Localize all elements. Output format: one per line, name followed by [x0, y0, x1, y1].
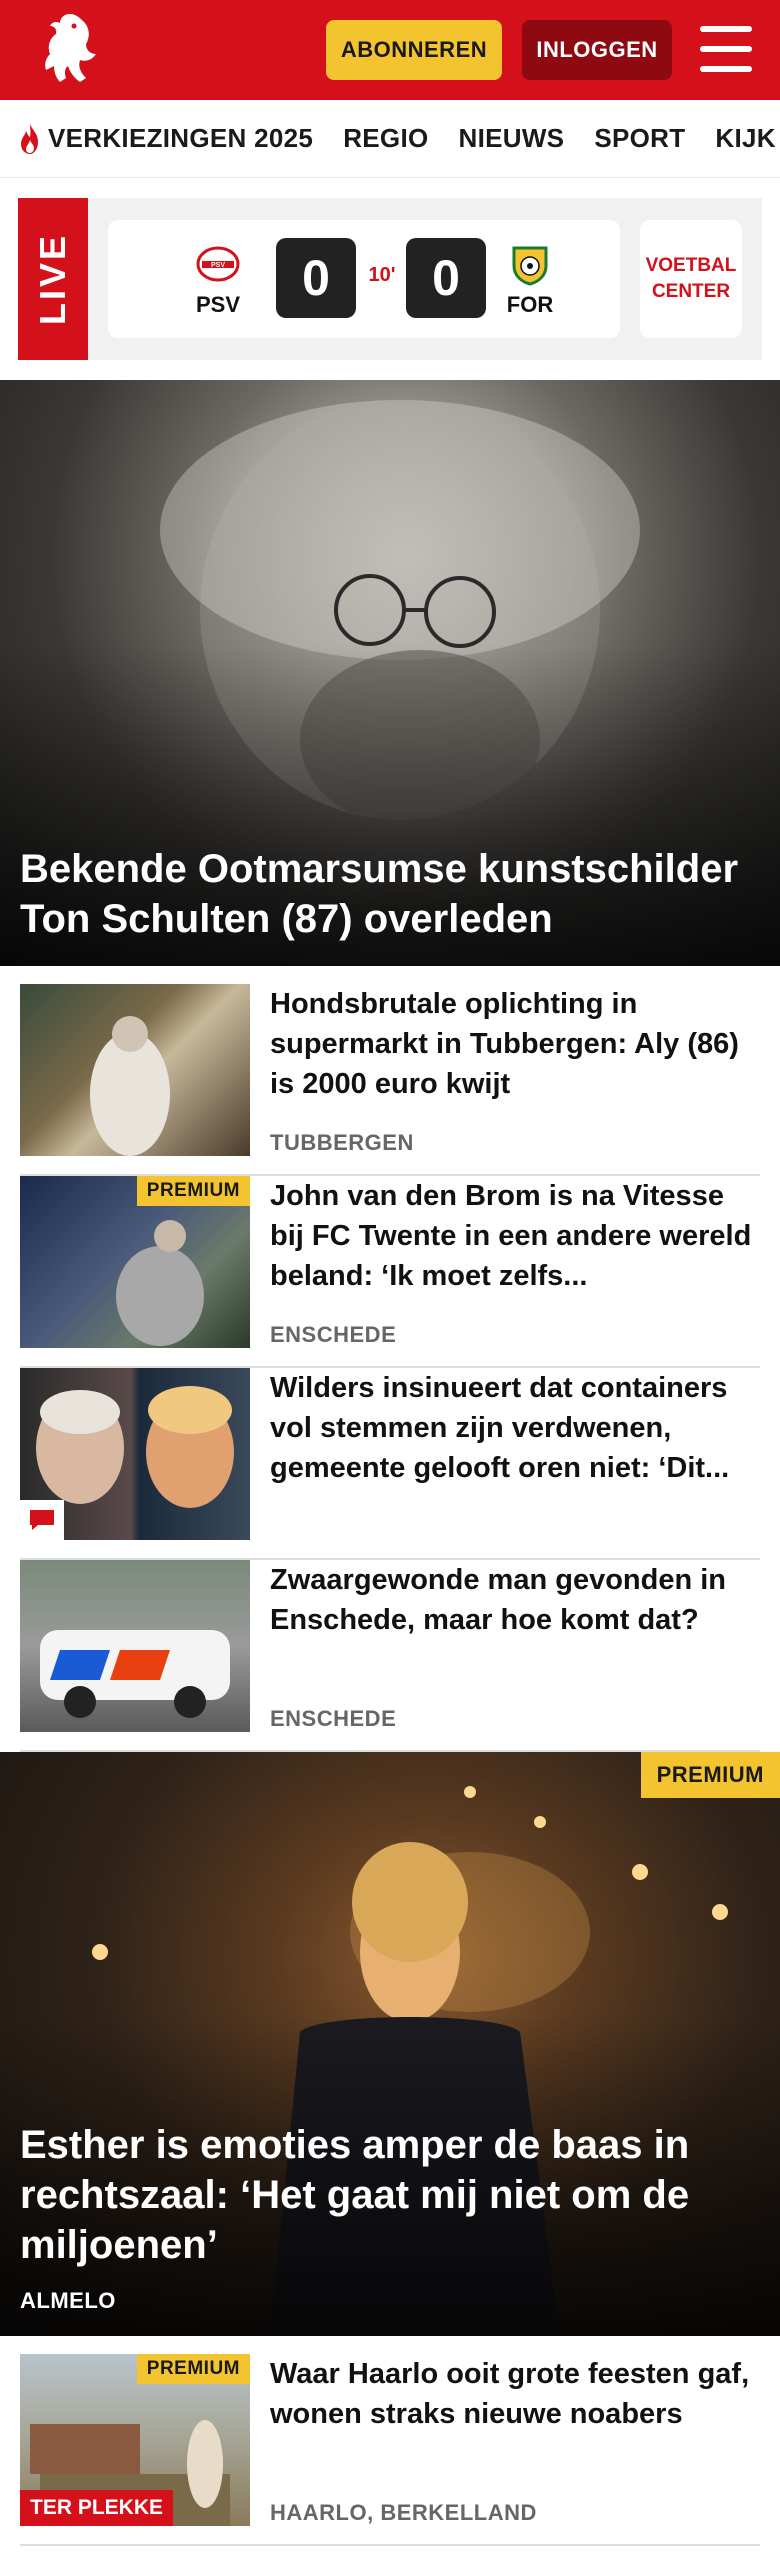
- list-item[interactable]: PREMIUM TER PLEKKE Waar Haarlo ooit grot…: [20, 2354, 760, 2546]
- article-thumbnail: PREMIUM: [20, 1176, 250, 1348]
- hero-title[interactable]: Bekende Ootmarsumse kunstschilder Ton Sc…: [20, 844, 760, 944]
- article-thumbnail: PREMIUM TER PLEKKE: [20, 2354, 250, 2526]
- home-team: PSV PSV: [188, 242, 248, 318]
- away-team-name: FOR: [506, 292, 554, 317]
- menu-icon[interactable]: [700, 26, 752, 72]
- article-title[interactable]: Hondsbrutale oplichting in supermarkt in…: [270, 984, 760, 1104]
- premium-badge: PREMIUM: [136, 1176, 250, 1206]
- article-title[interactable]: Zwaargewonde man gevonden in Enschede, m…: [270, 1560, 760, 1640]
- list-item[interactable]: Zwaargewonde man gevonden in Enschede, m…: [20, 1560, 760, 1752]
- login-button[interactable]: INLOGGEN: [522, 20, 672, 80]
- nav-item-nieuws[interactable]: NIEUWS: [459, 123, 565, 154]
- svg-text:PSV: PSV: [211, 262, 225, 269]
- live-score-widget: LIVE PSV PSV 0 10' 0 FOR VOETBAL CENTER: [18, 198, 762, 360]
- list-item[interactable]: Wilders insinueert dat containers vol st…: [20, 1368, 760, 1560]
- fortuna-crest-icon: [512, 246, 548, 286]
- voetbalcenter-button[interactable]: VOETBAL CENTER: [640, 220, 742, 338]
- article-location: TUBBERGEN: [270, 1130, 414, 1155]
- nav-item-verkiezingen[interactable]: VERKIEZINGEN 2025: [16, 122, 313, 156]
- article-location: ALMELO: [20, 2288, 116, 2313]
- live-tag: LIVE: [18, 198, 88, 360]
- home-team-name: PSV: [195, 292, 241, 317]
- match-minute: 10': [368, 264, 396, 286]
- list-item[interactable]: PREMIUM John van den Brom is na Vitesse …: [20, 1176, 760, 1368]
- comment-icon: [20, 1500, 64, 1540]
- site-header: ABONNEREN INLOGGEN: [0, 0, 780, 100]
- article-thumbnail: [20, 1368, 250, 1540]
- subscribe-button[interactable]: ABONNEREN: [326, 20, 502, 80]
- hero-title[interactable]: Esther is emoties amper de baas in recht…: [20, 2120, 760, 2270]
- article-title[interactable]: Waar Haarlo ooit grote feesten gaf, wone…: [270, 2354, 760, 2434]
- nav-item-kijk[interactable]: KIJK: [715, 123, 775, 154]
- nav-item-regio[interactable]: REGIO: [343, 123, 428, 154]
- premium-badge: PREMIUM: [136, 2354, 250, 2384]
- home-score: 0: [276, 238, 356, 318]
- article-title[interactable]: John van den Brom is na Vitesse bij FC T…: [270, 1176, 760, 1296]
- psv-crest-icon: PSV: [196, 246, 240, 282]
- article-thumbnail: [20, 1560, 250, 1732]
- article-location: ENSCHEDE: [270, 1322, 397, 1347]
- article-location: HAARLO, BERKELLAND: [270, 2500, 537, 2525]
- nav-item-label: VERKIEZINGEN 2025: [48, 123, 314, 153]
- hero-article[interactable]: Bekende Ootmarsumse kunstschilder Ton Sc…: [0, 380, 780, 966]
- tubantia-horse-logo[interactable]: [30, 8, 110, 92]
- article-thumbnail: [20, 984, 250, 1156]
- flame-icon: [21, 123, 38, 154]
- premium-badge: PREMIUM: [640, 1752, 780, 1798]
- main-nav: VERKIEZINGEN 2025 REGIO NIEUWS SPORT KIJ…: [0, 100, 780, 178]
- nav-item-sport[interactable]: SPORT: [594, 123, 685, 154]
- away-team: FOR: [500, 242, 560, 318]
- hero-article-premium[interactable]: PREMIUM Esther is emoties amper de baas …: [0, 1752, 780, 2336]
- article-location: ENSCHEDE: [270, 1706, 397, 1731]
- list-item[interactable]: Hondsbrutale oplichting in supermarkt in…: [20, 984, 760, 1176]
- away-score: 0: [406, 238, 486, 318]
- match-card[interactable]: PSV PSV 0 10' 0 FOR: [108, 220, 620, 338]
- article-title[interactable]: Wilders insinueert dat containers vol st…: [270, 1368, 760, 1488]
- ter-plekke-badge: TER PLEKKE: [20, 2490, 174, 2526]
